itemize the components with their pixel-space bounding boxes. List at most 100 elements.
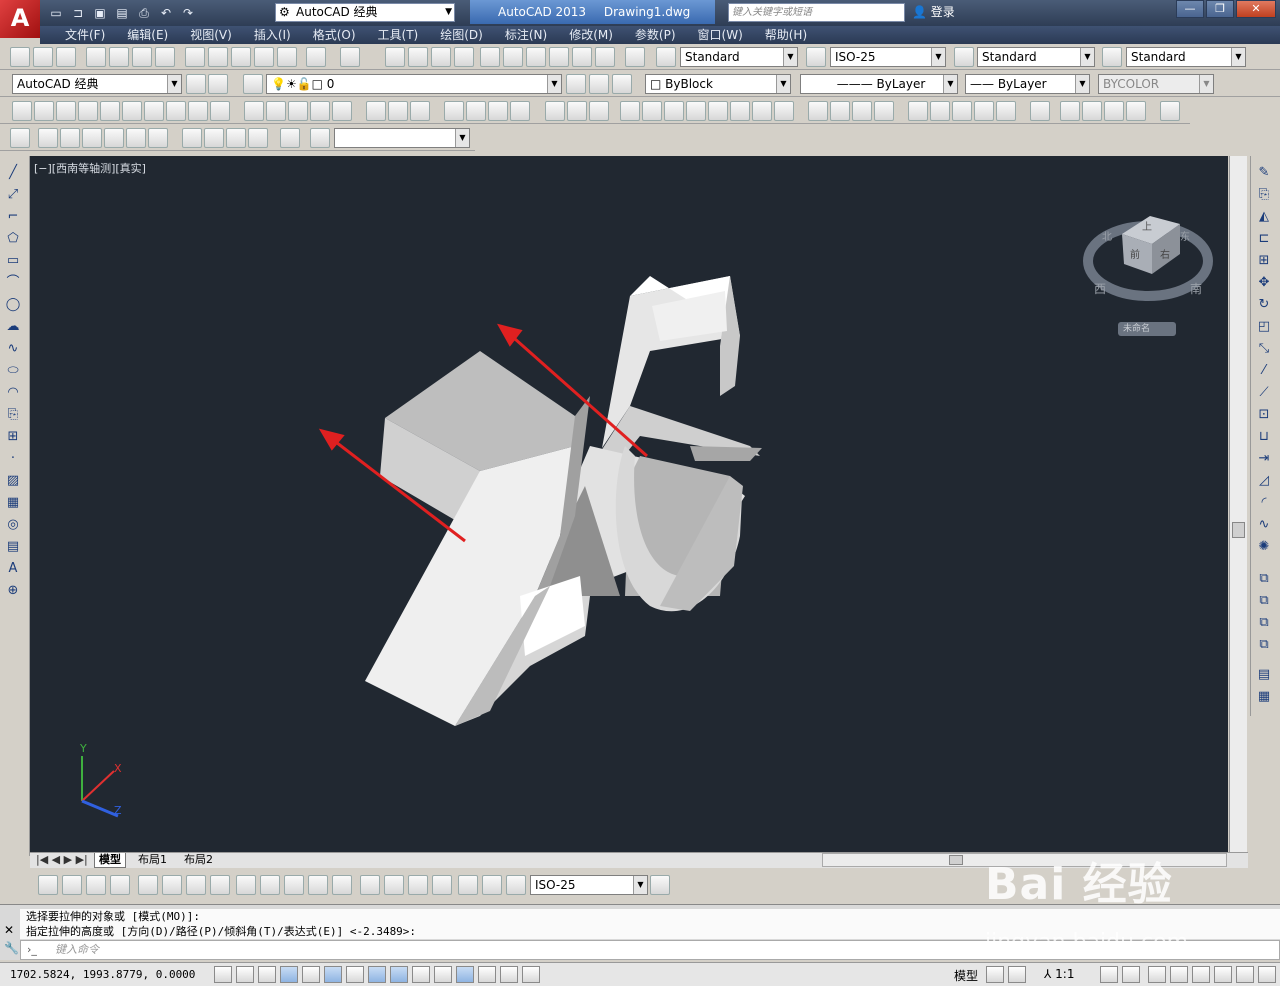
3d-rotate-icon[interactable] (466, 101, 486, 121)
color-select[interactable]: □ ByBlock ▼ (645, 74, 791, 94)
polar-toggle[interactable] (302, 966, 320, 983)
draworder-4-icon[interactable]: ⧉ (1255, 636, 1273, 654)
tolerance-icon[interactable] (360, 875, 380, 895)
revolve-icon[interactable] (310, 101, 330, 121)
restore-button[interactable]: ❐ (1206, 0, 1234, 18)
gradient-icon[interactable]: ▦ (4, 494, 22, 512)
region-icon[interactable]: ◎ (4, 516, 22, 534)
layer-select[interactable]: 💡☀🔓□ 0 ▼ (266, 74, 562, 94)
chamfer-icon[interactable]: ◿ (1255, 472, 1273, 490)
search-input[interactable]: 键入关键字或短语 (728, 3, 905, 22)
table-style-icon[interactable] (954, 47, 974, 67)
workspace-save-icon[interactable] (208, 74, 228, 94)
zoom-window-icon[interactable] (431, 47, 451, 67)
save-icon[interactable] (56, 47, 76, 67)
render-icon[interactable] (1126, 101, 1146, 121)
bottom-view-icon[interactable] (60, 128, 80, 148)
inspect-icon[interactable] (408, 875, 428, 895)
lwt-toggle[interactable] (434, 966, 452, 983)
planar-surface-icon[interactable] (210, 101, 230, 121)
zoom-realtime-icon[interactable] (408, 47, 428, 67)
scroll-thumb[interactable] (949, 855, 963, 865)
diameter-icon[interactable] (186, 875, 206, 895)
dim-style-select[interactable]: ISO-25 ▼ (830, 47, 946, 67)
snap-toggle[interactable] (236, 966, 254, 983)
lock-icon[interactable] (1170, 966, 1188, 983)
menu-view[interactable]: 视图(V) (179, 26, 243, 44)
visual-style-3-icon[interactable] (589, 101, 609, 121)
calculator-icon[interactable] (595, 47, 615, 67)
am-toggle[interactable] (522, 966, 540, 983)
explode-icon[interactable]: ✺ (1255, 538, 1273, 556)
face-7-icon[interactable] (774, 101, 794, 121)
make-block-icon[interactable]: ⊞ (4, 428, 22, 446)
cone-icon[interactable] (78, 101, 98, 121)
menu-tools[interactable]: 工具(T) (367, 26, 430, 44)
subtract-icon[interactable] (388, 101, 408, 121)
face-6-icon[interactable] (752, 101, 772, 121)
rectangle-icon[interactable]: ▭ (4, 252, 22, 270)
union-icon[interactable] (366, 101, 386, 121)
face-icon[interactable] (642, 101, 662, 121)
body-icon[interactable] (874, 101, 894, 121)
dimspace-icon[interactable] (308, 875, 328, 895)
visual-style-2-icon[interactable] (567, 101, 587, 121)
quick-view-layouts-icon[interactable] (986, 966, 1004, 983)
rotate-icon[interactable]: ↻ (1255, 296, 1273, 314)
menu-help[interactable]: 帮助(H) (754, 26, 818, 44)
clean-screen-icon[interactable] (1258, 966, 1276, 983)
check-icon[interactable] (996, 101, 1016, 121)
light-2-icon[interactable] (1082, 101, 1102, 121)
polysolid-icon[interactable] (12, 101, 32, 121)
intersect-icon[interactable] (410, 101, 430, 121)
light-icon[interactable] (1060, 101, 1080, 121)
redo-icon[interactable] (340, 47, 360, 67)
workspace-selector[interactable]: ⚙ AutoCAD 经典 ▼ (275, 3, 455, 22)
linear-dim-icon[interactable] (38, 875, 58, 895)
infer-constraints-toggle[interactable] (214, 966, 232, 983)
help-icon[interactable] (625, 47, 645, 67)
3d-align-icon[interactable] (488, 101, 508, 121)
saveas-icon[interactable]: ▤ (112, 3, 132, 23)
dim-style-icon[interactable] (806, 47, 826, 67)
workspace-switch-icon[interactable] (1148, 966, 1166, 983)
open-icon[interactable]: ⊐ (68, 3, 88, 23)
menu-insert[interactable]: 插入(I) (243, 26, 302, 44)
model-space-label[interactable]: 模型 (954, 967, 978, 984)
break-point-icon[interactable]: ⊡ (1255, 406, 1273, 424)
lineweight-select[interactable]: —— ByLayer ▼ (965, 74, 1090, 94)
redo-icon[interactable]: ↷ (178, 3, 198, 23)
array-icon[interactable]: ⊞ (1255, 252, 1273, 270)
dyn-toggle[interactable] (412, 966, 430, 983)
extend-icon[interactable]: ⟋ (1255, 384, 1273, 402)
tpy-toggle[interactable] (456, 966, 474, 983)
workspace-select[interactable]: AutoCAD 经典 ▼ (12, 74, 182, 94)
close-icon[interactable]: ✕ (4, 923, 14, 937)
spline-icon[interactable]: ∿ (4, 340, 22, 358)
compass-east[interactable]: 东 (1180, 228, 1190, 243)
quick-dim-icon[interactable] (236, 875, 256, 895)
cut-icon[interactable] (185, 47, 205, 67)
hardware-accel-icon[interactable] (1192, 966, 1210, 983)
erase-icon[interactable]: ✎ (1255, 164, 1273, 182)
helix-icon[interactable] (188, 101, 208, 121)
separate-icon[interactable] (952, 101, 972, 121)
arc-icon[interactable]: ⌒ (4, 274, 22, 292)
viewcube-right-label[interactable]: 右 (1160, 246, 1170, 261)
mleader-style-icon[interactable] (1102, 47, 1122, 67)
hatch-back-icon[interactable]: ▦ (1255, 688, 1273, 706)
mirror-icon[interactable]: ◭ (1255, 208, 1273, 226)
login-button[interactable]: 👤 登录 (912, 3, 955, 22)
3d-array-icon[interactable] (510, 101, 530, 121)
extrude-icon[interactable] (244, 101, 264, 121)
ortho-toggle[interactable] (280, 966, 298, 983)
design-center-icon[interactable] (503, 47, 523, 67)
center-mark-icon[interactable] (384, 875, 404, 895)
face-2-icon[interactable] (664, 101, 684, 121)
menu-parametric[interactable]: 参数(P) (624, 26, 687, 44)
mtext-icon[interactable]: A (4, 560, 22, 578)
osnap-toggle[interactable] (324, 966, 342, 983)
sheetset-icon[interactable] (549, 47, 569, 67)
move-icon[interactable]: ✥ (1255, 274, 1273, 292)
scale-icon[interactable]: ◰ (1255, 318, 1273, 336)
